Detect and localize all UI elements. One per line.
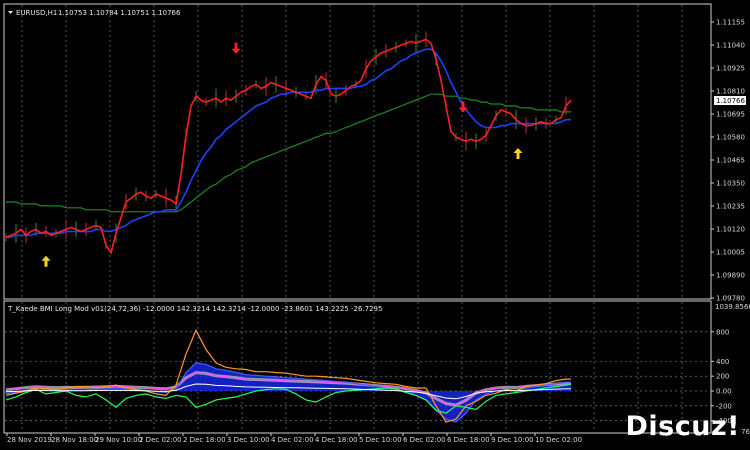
price-tick-label: 1.09780 [716, 295, 745, 303]
price-tick-label: 1.11040 [716, 42, 745, 50]
time-tick-label: 2 Dec 02:00 [139, 436, 182, 444]
price-tick-label: 1.10235 [716, 203, 745, 211]
price-tick-label: 1.10810 [716, 88, 745, 96]
ohlc-values: 1.10753 1.10784 1.10751 1.10766 [58, 9, 181, 17]
time-tick-label: 4 Dec 02:00 [271, 436, 314, 444]
price-tick-label: 1.10925 [716, 65, 745, 73]
price-axis: 1.11155 1.11040 1.10925 1.10810 1.10695 1.105… [711, 19, 745, 303]
time-tick-label: 2 Dec 18:00 [183, 436, 226, 444]
time-tick-label: 4 Dec 18:00 [315, 436, 358, 444]
price-tick-label: 1.10350 [716, 180, 745, 188]
indicator-top-value: 1039.8566 [715, 303, 750, 311]
price-tick-label: 1.10695 [716, 111, 745, 119]
price-tick-label: 1.09890 [716, 272, 745, 280]
time-tick-label: 29 Nov 10:00 [95, 436, 142, 444]
price-tick-label: 1.10580 [716, 134, 745, 142]
level-tick-label: 400 [716, 358, 729, 366]
level-tick-label: 200 [716, 373, 729, 381]
time-tick-label: 3 Dec 10:00 [227, 436, 270, 444]
time-tick-label: 9 Dec 10:00 [491, 436, 534, 444]
time-tick-label: 10 Dec 02:00 [535, 436, 582, 444]
time-tick-label: 28 Nov 2019 [7, 436, 52, 444]
time-tick-label: 5 Dec 10:00 [359, 436, 402, 444]
time-tick-label: 28 Nov 18:00 [51, 436, 98, 444]
time-tick-label: 6 Dec 02:00 [403, 436, 446, 444]
level-tick-label: 0.00 [716, 387, 732, 395]
time-axis: 28 Nov 2019 28 Nov 18:0029 Nov 10:002 Dec… [6, 433, 582, 444]
watermark-sub: 76 [741, 428, 750, 436]
trading-chart[interactable]: 1.11155 1.11040 1.10925 1.10810 1.10695 1.105… [0, 0, 750, 450]
price-tick-label: 1.10465 [716, 157, 745, 165]
price-tick-label: 1.10120 [716, 226, 745, 234]
price-tick-label: 1.11155 [716, 19, 745, 27]
level-tick-label: -200 [716, 402, 732, 410]
watermark-logo: Discuz! [625, 411, 740, 442]
time-tick-label: 6 Dec 18:00 [447, 436, 490, 444]
current-price-label: 1.10766 [716, 97, 745, 105]
level-tick-label: 800 [716, 328, 729, 336]
price-tick-label: 1.10005 [716, 249, 745, 257]
symbol-label[interactable]: EURUSD,H1 [16, 9, 57, 17]
indicator-title[interactable]: T_Kaede BMI Long Mod v01(24,72,36) -12.0… [7, 305, 382, 313]
